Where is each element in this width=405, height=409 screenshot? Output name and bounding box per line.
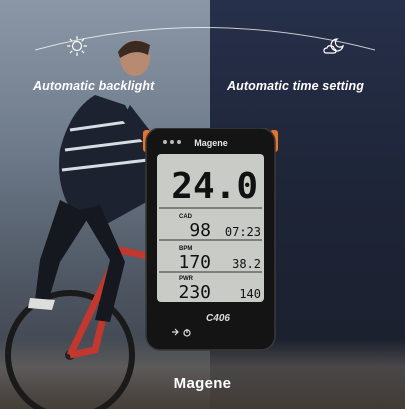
side-value-3: 140 — [239, 287, 261, 301]
pwr-value: 230 — [178, 282, 211, 303]
side-value-2: 38.2 — [232, 257, 261, 271]
feature-label-time-setting: Automatic time setting — [227, 79, 364, 93]
status-dot — [163, 140, 167, 144]
cad-value: 98 — [189, 220, 211, 241]
bpm-value: 170 — [178, 252, 211, 273]
device-brand: Magene — [194, 138, 228, 148]
rider-leg-right — [80, 205, 125, 322]
product-banner: Automatic backlight Automatic time setti… — [0, 0, 405, 409]
brand-logo: Magene — [173, 375, 232, 392]
status-dot — [170, 140, 174, 144]
bike-computer: Magene 24.0 CAD 98 07:23 BPM 170 38.2 PW… — [143, 128, 278, 351]
moon-cloud-icon — [323, 38, 344, 54]
rider-shoe — [28, 298, 55, 310]
feature-label-backlight: Automatic backlight — [33, 79, 155, 93]
speed-readout: 24.0 — [171, 166, 258, 207]
side-value-1: 07:23 — [225, 225, 261, 239]
rider-leg-left — [35, 200, 90, 302]
model-name: C406 — [206, 313, 230, 324]
sun-icon — [66, 35, 88, 57]
status-dot — [177, 140, 181, 144]
